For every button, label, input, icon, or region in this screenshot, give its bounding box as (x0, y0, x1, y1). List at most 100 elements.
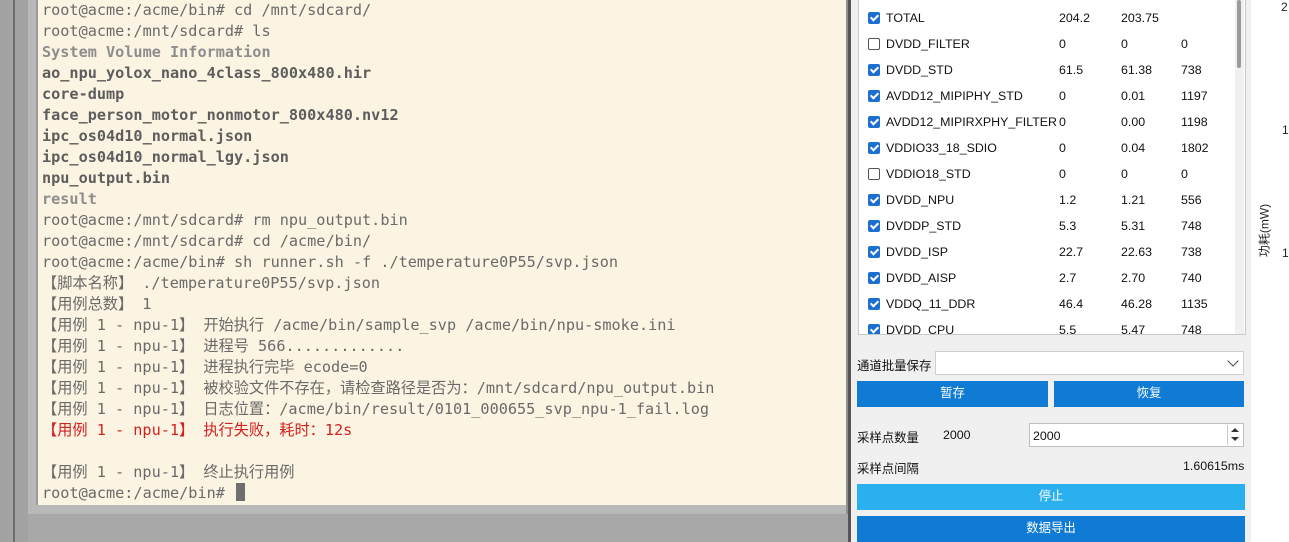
channel-value: 0 (1059, 115, 1066, 129)
terminal-line: root@acme:/mnt/sdcard# rm npu_output.bin (42, 211, 408, 229)
channel-row[interactable]: DVDD_FILTER 0 0 0 (859, 32, 1239, 58)
channel-checkbox[interactable] (868, 194, 880, 206)
channel-value: 46.4 (1059, 297, 1084, 311)
channel-checkbox[interactable] (868, 168, 880, 180)
channel-average: 1.21 (1121, 193, 1146, 207)
channel-checkbox[interactable] (868, 38, 880, 50)
sample-count-spinbox[interactable]: 2000 (1029, 423, 1244, 447)
channel-name: DVDD_CPU (886, 323, 955, 335)
channel-average: 5.47 (1121, 323, 1146, 335)
channel-name: DVDD_NPU (886, 193, 955, 207)
y-tick-label: 2 (1281, 0, 1288, 14)
channel-average: 0.04 (1121, 141, 1146, 155)
channel-row[interactable]: VDDIO33_18_SDIO 0 0.04 1802 (859, 136, 1239, 162)
terminal-output[interactable]: root@acme:/acme/bin# cd /mnt/sdcard/root… (36, 0, 846, 505)
channel-checkbox[interactable] (868, 220, 880, 232)
channel-row[interactable]: DVDDP_STD 5.3 5.31 748 (859, 214, 1239, 240)
sample-count-input-value: 2000 (1033, 429, 1061, 443)
channel-row[interactable]: DVDD_NPU 1.2 1.21 556 (859, 188, 1239, 214)
channel-count: 740 (1181, 271, 1202, 285)
terminal-line: result (42, 190, 97, 208)
channel-count: 748 (1181, 323, 1202, 335)
channel-value: 0 (1059, 167, 1066, 181)
terminal-line: 【脚本名称】 ./temperature0P55/svp.json (42, 274, 381, 292)
restore-button[interactable]: 恢复 (1054, 381, 1244, 407)
channel-row[interactable]: DVDD_ISP 22.7 22.63 738 (859, 240, 1239, 266)
sample-count-value: 2000 (943, 428, 971, 442)
channel-value: 2.7 (1059, 271, 1077, 285)
stop-button[interactable]: 停止 (857, 484, 1245, 510)
channel-name: VDDIO18_STD (886, 167, 971, 181)
channel-average: 61.38 (1121, 63, 1153, 77)
y-tick-label: 1 (1282, 246, 1289, 260)
channel-table-scrollbar[interactable] (1235, 0, 1244, 334)
channel-count: 1198 (1181, 115, 1208, 129)
channel-value: 5.5 (1059, 323, 1077, 335)
terminal-line: root@acme:/mnt/sdcard# cd /acme/bin/ (42, 232, 372, 250)
channel-checkbox[interactable] (868, 64, 880, 76)
terminal-line: 【用例 1 - npu-1】 被校验文件不存在，请检查路径是否为：/mnt/sd… (42, 379, 715, 397)
channel-count: 738 (1181, 245, 1202, 259)
channel-count: 0 (1181, 37, 1188, 51)
channel-checkbox[interactable] (868, 12, 880, 24)
channel-checkbox[interactable] (868, 298, 880, 310)
scrollbar-thumb[interactable] (1237, 0, 1241, 68)
terminal-line: 【用例总数】 1 (42, 295, 152, 313)
chevron-down-icon (1227, 355, 1239, 367)
channel-checkbox[interactable] (868, 116, 880, 128)
channel-row[interactable]: AVDD12_MIPIRXPHY_FILTER 0 0.00 1198 (859, 110, 1239, 136)
terminal-line: ipc_os04d10_normal_lgy.json (42, 148, 289, 166)
channel-checkbox[interactable] (868, 324, 880, 334)
spin-down-icon[interactable] (1231, 437, 1239, 441)
channel-value: 204.2 (1059, 11, 1091, 25)
channel-average: 0.01 (1121, 89, 1146, 103)
spin-arrows[interactable] (1227, 425, 1242, 445)
sample-interval-label: 采样点间隔 (857, 462, 919, 476)
channel-row[interactable]: DVDD_CPU 5.5 5.47 748 (859, 318, 1239, 335)
channel-name: VDDQ_11_DDR (886, 297, 976, 311)
channel-row[interactable]: AVDD12_MIPIPHY_STD 0 0.01 1197 (859, 84, 1239, 110)
terminal-line: 【用例 1 - npu-1】 进程号 566............. (42, 337, 405, 355)
pause-button[interactable]: 暂存 (857, 381, 1048, 407)
channel-row[interactable]: TOTAL 204.2 203.75 (859, 6, 1239, 32)
channel-value: 5.3 (1059, 219, 1077, 233)
terminal-cursor (236, 483, 246, 501)
channel-name: DVDDP_STD (886, 219, 962, 233)
left-edge-strip (0, 0, 28, 542)
channel-name: AVDD12_MIPIPHY_STD (886, 89, 1023, 103)
channel-average: 5.31 (1121, 219, 1146, 233)
terminal-line: face_person_motor_nonmotor_800x480.nv12 (42, 106, 399, 124)
terminal-line: ao_npu_yolox_nano_4class_800x480.hir (42, 64, 372, 82)
preset-select[interactable] (935, 351, 1244, 375)
power-chart (1251, 0, 1289, 542)
channel-value: 0 (1059, 141, 1066, 155)
export-button[interactable]: 数据导出 (857, 516, 1245, 542)
channel-name: VDDIO33_18_SDIO (886, 141, 997, 155)
channel-count: 556 (1181, 193, 1202, 207)
terminal-line: 【用例 1 - npu-1】 进程执行完毕 ecode=0 (42, 358, 368, 376)
terminal-line: root@acme:/acme/bin# (42, 483, 246, 504)
spin-up-icon[interactable] (1231, 428, 1239, 432)
terminal-line: npu_output.bin (42, 169, 171, 187)
terminal-line: 【用例 1 - npu-1】 日志位置：/acme/bin/result/010… (42, 400, 710, 418)
channel-table[interactable]: TOTAL 204.2 203.75 DVDD_FILTER 0 0 0 DVDD_STD 61… (858, 0, 1246, 335)
channel-row[interactable]: DVDD_STD 61.5 61.38 738 (859, 58, 1239, 84)
channel-value: 22.7 (1059, 245, 1084, 259)
channel-checkbox[interactable] (868, 272, 880, 284)
channel-row[interactable]: DVDD_AISP 2.7 2.70 740 (859, 266, 1239, 292)
terminal-line: root@acme:/acme/bin# sh runner.sh -f ./t… (42, 253, 619, 271)
channel-checkbox[interactable] (868, 246, 880, 258)
channel-average: 2.70 (1121, 271, 1146, 285)
terminal-bottom-bar (28, 514, 848, 542)
channel-count: 1197 (1181, 89, 1208, 103)
channel-average: 0 (1121, 37, 1128, 51)
chart-y-axis-label: 功耗(mW) (1257, 203, 1272, 258)
channel-name: DVDD_ISP (886, 245, 948, 259)
sample-count-label: 采样点数量 (857, 431, 919, 445)
channel-row[interactable]: VDDIO18_STD 0 0 0 (859, 162, 1239, 188)
channel-value: 0 (1059, 89, 1066, 103)
channel-checkbox[interactable] (868, 142, 880, 154)
channel-row[interactable]: VDDQ_11_DDR 46.4 46.28 1135 (859, 292, 1239, 318)
channel-checkbox[interactable] (868, 90, 880, 102)
terminal-line: root@acme:/mnt/sdcard# ls (42, 22, 271, 40)
